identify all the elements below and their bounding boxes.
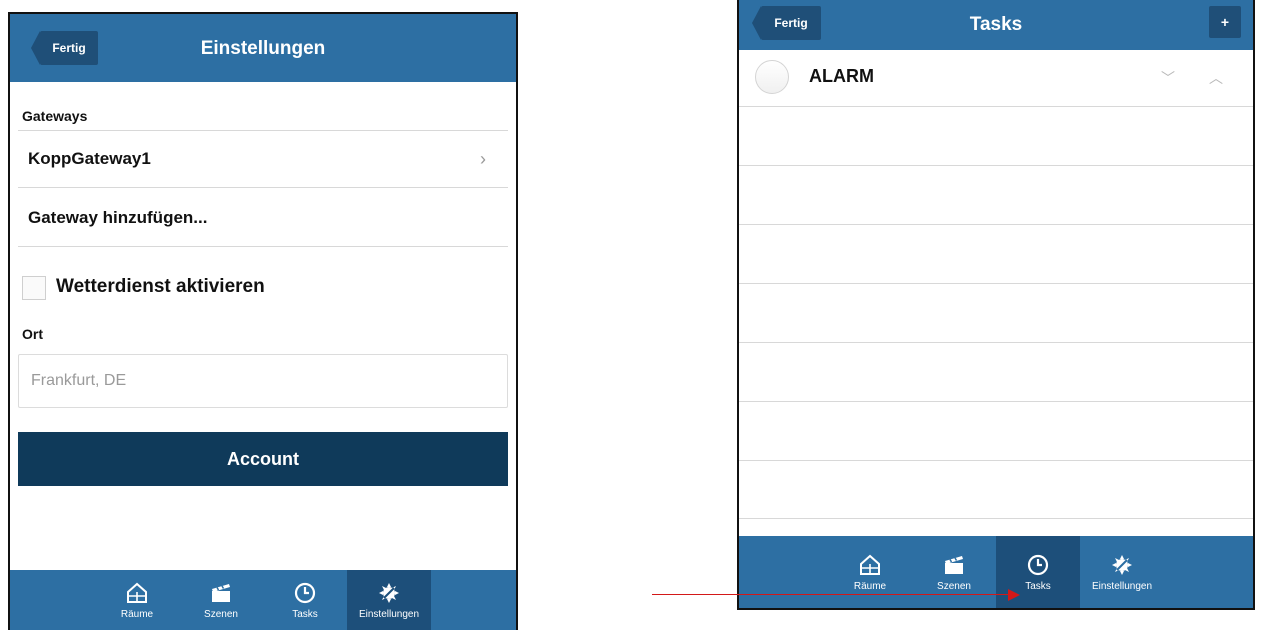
tab-label: Einstellungen [358, 608, 420, 620]
list-divider [739, 518, 1253, 519]
house-icon [127, 582, 147, 603]
tab-label: Szenen [937, 580, 971, 592]
add-task-button[interactable]: + [1209, 6, 1241, 38]
gear-icon [379, 582, 399, 603]
house-icon [860, 554, 880, 575]
page-title: Tasks [969, 14, 1023, 35]
task-radio[interactable] [755, 60, 789, 94]
tasks-header: Fertig Tasks + [739, 0, 1253, 50]
tab-label: Tasks [1025, 580, 1051, 592]
tab-raeume[interactable]: Räume [95, 570, 179, 630]
weather-checkbox-label: Wetterdienst aktivieren [56, 276, 265, 297]
chevron-up-icon[interactable]: ︿ [1209, 68, 1223, 88]
ort-input[interactable]: Frankfurt, DE [18, 354, 508, 408]
tab-bar: Räume Szenen Tasks Einstellungen [739, 536, 1253, 608]
gateway-item-label: KoppGateway1 [28, 149, 151, 168]
chevron-right-icon: › [480, 148, 486, 169]
page-title: Einstellungen [200, 38, 326, 59]
tab-label: Szenen [204, 608, 238, 620]
tab-label: Räume [120, 608, 154, 620]
clock-icon [294, 582, 316, 603]
tab-label: Räume [853, 580, 887, 592]
task-label: ALARM [809, 66, 874, 86]
list-divider [739, 401, 1253, 402]
weather-checkbox[interactable] [22, 276, 46, 300]
tab-bar: Räume Szenen Tasks Einstellungen [10, 570, 516, 630]
ort-placeholder: Frankfurt, DE [31, 372, 127, 389]
gateways-section-label: Gateways [22, 108, 88, 124]
clock-icon [1027, 554, 1049, 575]
clapperboard-icon [212, 583, 230, 602]
gateway-item[interactable]: KoppGateway1 › [18, 130, 508, 188]
annotation-arrow-line [652, 594, 1012, 595]
tab-label: Tasks [292, 608, 318, 620]
tab-szenen[interactable]: Szenen [179, 570, 263, 630]
tasks-screen: Fertig Tasks + ALARM ﹀ ︿ Räume Szenen Ta… [737, 0, 1255, 610]
list-divider [739, 283, 1253, 284]
list-divider [739, 106, 1253, 107]
tab-tasks[interactable]: Tasks [263, 570, 347, 630]
list-divider [739, 342, 1253, 343]
list-divider [739, 224, 1253, 225]
gear-icon [1112, 554, 1132, 575]
annotation-arrow-head-icon [1008, 589, 1020, 601]
clapperboard-icon [945, 555, 963, 574]
add-gateway-button[interactable]: Gateway hinzufügen... [18, 189, 508, 247]
tab-label: Einstellungen [1091, 580, 1153, 592]
list-divider [739, 460, 1253, 461]
account-button[interactable]: Account [18, 432, 508, 486]
chevron-down-icon[interactable]: ﹀ [1161, 68, 1175, 88]
tab-einstellungen[interactable]: Einstellungen [347, 570, 431, 630]
add-gateway-label: Gateway hinzufügen... [28, 207, 208, 227]
settings-screen: Fertig Einstellungen Gateways KoppGatewa… [8, 12, 518, 630]
tab-szenen[interactable]: Szenen [912, 536, 996, 608]
tab-raeume[interactable]: Räume [828, 536, 912, 608]
settings-header: Fertig Einstellungen [10, 14, 516, 82]
tab-einstellungen[interactable]: Einstellungen [1080, 536, 1164, 608]
list-divider [739, 165, 1253, 166]
ort-label: Ort [22, 326, 43, 342]
